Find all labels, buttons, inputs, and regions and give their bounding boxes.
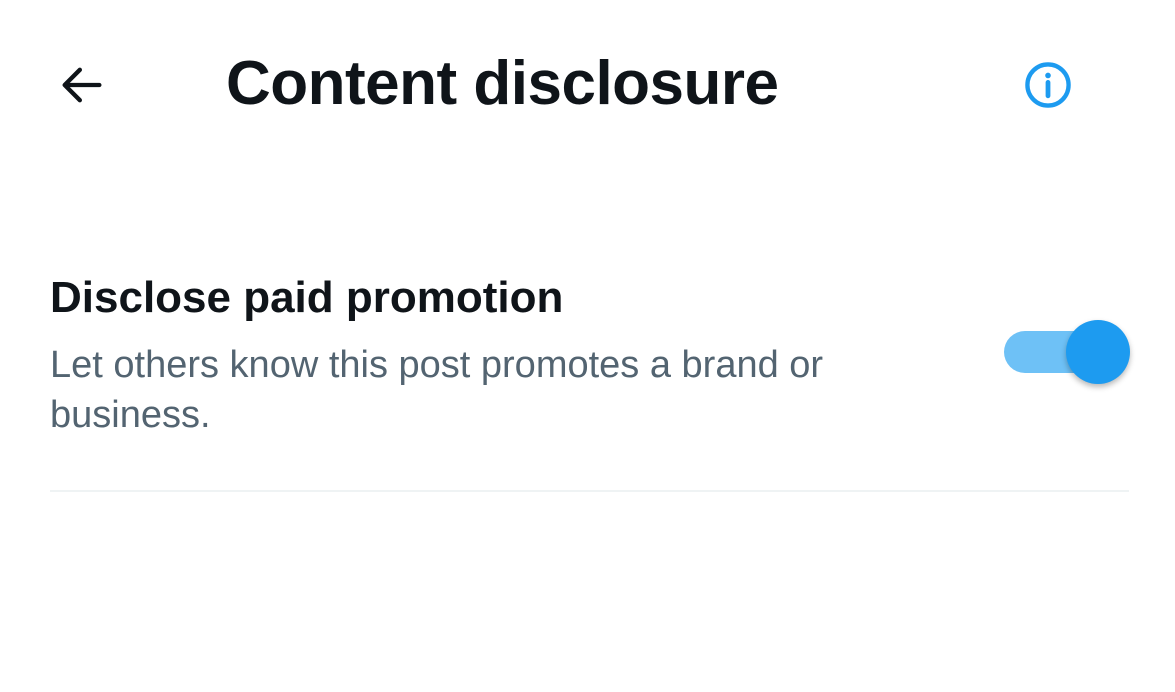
setting-description: Let others know this post promotes a bra… xyxy=(50,344,824,436)
divider xyxy=(50,490,1129,492)
paid-promotion-toggle[interactable] xyxy=(1004,320,1130,384)
info-circle-icon xyxy=(1025,62,1071,108)
back-button[interactable] xyxy=(50,55,114,115)
paid-promotion-setting: Disclose paid promotion Let others know … xyxy=(50,262,1130,462)
arrow-left-icon xyxy=(62,67,102,103)
header: Content disclosure xyxy=(0,0,1175,170)
page-title: Content disclosure xyxy=(226,49,779,118)
toggle-thumb xyxy=(1066,320,1130,384)
setting-title: Disclose paid promotion xyxy=(50,273,564,322)
info-button[interactable] xyxy=(1018,55,1078,115)
